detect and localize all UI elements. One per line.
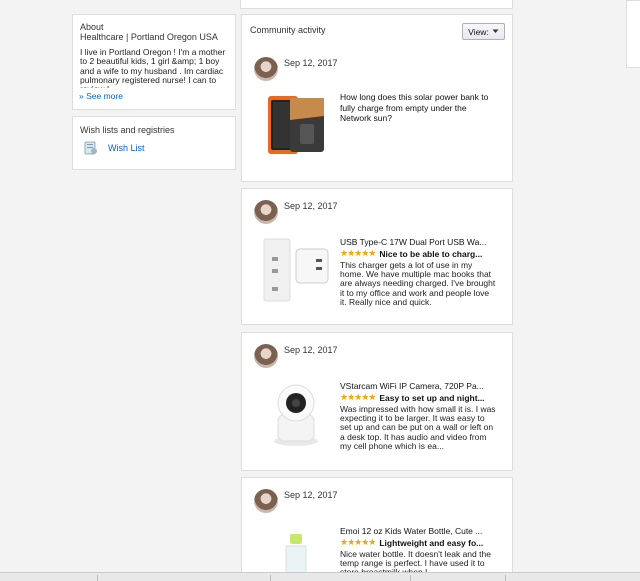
product-title[interactable]: VStarcam WiFi IP Camera, 720P Pa... bbox=[340, 381, 500, 391]
about-panel: About Healthcare | Portland Oregon USA I… bbox=[72, 14, 236, 110]
wishlist-row[interactable]: Wish List bbox=[80, 140, 228, 156]
status-divider bbox=[270, 575, 271, 581]
wishlists-heading: Wish lists and registries bbox=[80, 125, 175, 135]
avatar bbox=[254, 344, 278, 368]
wishlist-icon bbox=[84, 141, 97, 155]
review-body: This charger gets a lot of use in my hom… bbox=[340, 261, 496, 307]
star-rating: ★★★★★ bbox=[340, 392, 376, 402]
status-divider bbox=[97, 575, 98, 581]
review-rating-row: ★★★★★ Easy to set up and night... bbox=[340, 392, 485, 403]
chevron-down-icon bbox=[492, 29, 499, 33]
wishlist-link[interactable]: Wish List bbox=[108, 143, 145, 153]
usb-charger-image[interactable] bbox=[260, 235, 332, 305]
product-title[interactable]: USB Type-C 17W Dual Port USB Wa... bbox=[340, 237, 500, 247]
side-panel-edge bbox=[626, 0, 640, 68]
review-body: Nice water bottle. It doesn't leak and t… bbox=[340, 550, 491, 572]
activity-date: Sep 12, 2017 bbox=[284, 490, 338, 500]
avatar bbox=[254, 200, 278, 224]
activity-date: Sep 12, 2017 bbox=[284, 345, 338, 355]
solar-power-bank-image[interactable] bbox=[260, 90, 332, 160]
activity-card-question[interactable]: Sep 12, 2017 How long does this solar po… bbox=[241, 46, 513, 182]
review-rating-row: ★★★★★ Nice to be able to charg... bbox=[340, 248, 482, 259]
star-rating: ★★★★★ bbox=[340, 248, 376, 258]
question-text[interactable]: How long does this solar power bank to f… bbox=[340, 92, 500, 124]
star-rating: ★★★★★ bbox=[340, 537, 376, 547]
activity-card-review-camera[interactable]: Sep 12, 2017 VStarcam WiFi IP Camera, 72… bbox=[241, 332, 513, 471]
avatar bbox=[254, 57, 278, 81]
about-heading: About bbox=[80, 22, 104, 32]
review-body: Was impressed with how small it is. I wa… bbox=[340, 405, 496, 451]
activity-card-review-bottle[interactable]: Sep 12, 2017 Emoi 12 oz Kids Water Bottl… bbox=[241, 477, 513, 581]
view-filter-button[interactable]: View: bbox=[462, 23, 505, 40]
review-headline[interactable]: Easy to set up and night... bbox=[379, 393, 484, 403]
activity-date: Sep 12, 2017 bbox=[284, 201, 338, 211]
bottom-status-bar bbox=[0, 572, 640, 581]
community-activity-header: Community activity View: bbox=[241, 14, 513, 46]
community-heading: Community activity bbox=[250, 25, 326, 35]
about-subtitle: Healthcare | Portland Oregon USA bbox=[80, 32, 218, 42]
status-divider bbox=[410, 575, 411, 581]
see-more-link[interactable]: » See more bbox=[79, 91, 127, 101]
ip-camera-image[interactable] bbox=[260, 379, 332, 449]
activity-card-review-charger[interactable]: Sep 12, 2017 USB Type-C 17W Dual Port US… bbox=[241, 188, 513, 325]
status-divider bbox=[505, 575, 506, 581]
wishlists-panel: Wish lists and registries Wish List bbox=[72, 116, 236, 170]
product-title[interactable]: Emoi 12 oz Kids Water Bottle, Cute ... bbox=[340, 526, 500, 536]
activity-date: Sep 12, 2017 bbox=[284, 58, 338, 68]
avatar bbox=[254, 489, 278, 513]
view-label: View: bbox=[468, 26, 489, 37]
review-headline[interactable]: Lightweight and easy fo... bbox=[379, 538, 483, 548]
review-headline[interactable]: Nice to be able to charg... bbox=[379, 249, 482, 259]
about-bio: I live in Portland Oregon ! I'm a mother… bbox=[80, 48, 226, 88]
previous-panel-edge bbox=[240, 0, 513, 9]
review-rating-row: ★★★★★ Lightweight and easy fo... bbox=[340, 537, 483, 548]
